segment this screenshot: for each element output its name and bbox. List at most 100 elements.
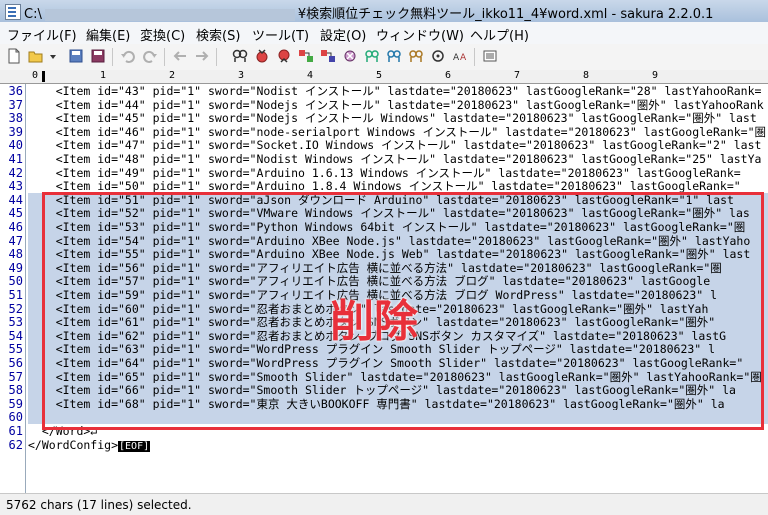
line-number: 62 [8, 437, 23, 452]
grep-icon[interactable] [386, 48, 402, 64]
bookmark-icon[interactable] [364, 48, 380, 64]
code-line[interactable]: </WordConfig>[EOF] [28, 438, 151, 452]
window-title: C:\ ¥検索順位チェック無料ツール_ikko11_4¥word.xml - sa… [24, 3, 768, 22]
toolbar-separator [164, 48, 165, 66]
svg-text:A: A [460, 53, 467, 63]
code-line-text: <Item id="43" pid="1" sword="Nodist インスト… [28, 84, 762, 98]
code-line-selected[interactable]: <Item id="51" pid="1" sword="aJson ダウンロー… [28, 192, 768, 207]
window-title-suffix: ¥検索順位チェック無料ツール_ikko11_4¥word.xml - sakur… [297, 7, 714, 22]
outline-icon[interactable] [430, 48, 446, 64]
code-line-selected[interactable]: <Item id="64" pid="1" sword="WordPress プ… [28, 356, 768, 370]
app-icon [5, 4, 21, 20]
code-line[interactable]: <Item id="45" pid="1" sword="Nodejs インスト… [28, 111, 757, 125]
save-all-icon[interactable] [90, 48, 106, 64]
line-number: 52 [8, 301, 23, 316]
settings-icon[interactable] [482, 48, 498, 64]
line-number: 44 [8, 192, 23, 207]
mark-clear-icon[interactable] [342, 48, 358, 64]
line-number: 50 [8, 274, 23, 289]
code-line-selected[interactable]: <Item id="65" pid="1" sword="Smooth Slid… [28, 369, 768, 384]
code-line-selected[interactable]: <Item id="53" pid="1" sword="Python Wind… [28, 220, 768, 234]
ruler-tick: 0 [32, 70, 39, 81]
line-number: 41 [8, 152, 23, 166]
code-line-selected[interactable]: <Item id="66" pid="1" sword="Smooth Slid… [28, 383, 768, 398]
line-number: 58 [8, 383, 23, 398]
code-line-selected[interactable]: <Item id="55" pid="1" sword="Arduino XBe… [28, 247, 768, 262]
ruler-tick: 3 [238, 70, 245, 81]
undo-icon[interactable] [120, 48, 136, 64]
ruler-tick: 8 [583, 70, 590, 81]
code-line-selected[interactable]: <Item id="68" pid="1" sword="東京 大きいBOOKO… [28, 396, 768, 411]
save-icon[interactable] [68, 48, 84, 64]
jump-back-icon[interactable] [172, 48, 188, 64]
code-line-text: <Item id="61" pid="1" sword="忍者おまとめボタン S… [28, 315, 716, 330]
toolbar-separator [216, 48, 217, 66]
ruler-tick: 2 [169, 70, 176, 81]
menu-edit[interactable]: 編集(E) [86, 25, 130, 44]
ruler-cursor [42, 71, 45, 82]
code-line[interactable]: <Item id="43" pid="1" sword="Nodist インスト… [28, 84, 762, 98]
text-content[interactable]: <Item id="43" pid="1" sword="Nodist インスト… [28, 84, 768, 493]
code-line[interactable]: </Word>↵ [28, 424, 97, 438]
ruler-tick: 7 [514, 70, 521, 81]
code-line[interactable]: <Item id="50" pid="1" sword="Arduino 1.8… [28, 179, 741, 193]
editor-area[interactable]: 0 1 2 3 4 5 6 7 8 9 36 37 38 39 40 41 42 43 44 45… [0, 70, 768, 493]
code-line-selected[interactable]: <Item id="60" pid="1" sword="忍者おまとめボタン" … [28, 301, 768, 316]
line-number: 61 [8, 424, 23, 438]
line-number: 45 [8, 206, 23, 221]
search-icon[interactable] [232, 48, 248, 64]
code-line-selected[interactable] [28, 410, 768, 425]
code-line[interactable]: <Item id="49" pid="1" sword="Arduino 1.6… [28, 166, 741, 180]
redacted-path [44, 8, 295, 21]
replace-icon[interactable] [298, 48, 314, 64]
code-line-text: <Item id="55" pid="1" sword="Arduino XBe… [28, 247, 751, 262]
ruler-tick: 9 [652, 70, 659, 81]
ruler-tick: 6 [445, 70, 452, 81]
search-next-icon[interactable] [276, 48, 292, 64]
code-line-selected[interactable]: <Item id="52" pid="1" sword="VMware Wind… [28, 206, 768, 221]
line-number: 38 [8, 111, 23, 126]
line-number-gutter[interactable]: 36 37 38 39 40 41 42 43 44 45 46 47 48 49 50 51 52 53 54 55… [0, 84, 26, 493]
code-line[interactable]: <Item id="46" pid="1" sword="node-serial… [28, 125, 766, 139]
redo-icon[interactable] [142, 48, 158, 64]
new-file-icon[interactable] [6, 48, 22, 64]
open-folder-icon[interactable] [28, 48, 44, 64]
grep-replace-icon[interactable] [408, 48, 424, 64]
code-line-selected[interactable]: <Item id="59" pid="1" sword="アフィリエイト広告 横… [28, 288, 768, 302]
toolbar-separator [112, 48, 113, 66]
font-icon[interactable]: AA [452, 48, 468, 64]
line-number: 49 [8, 260, 23, 275]
menu-help[interactable]: ヘルプ(H) [470, 25, 529, 44]
menu-file[interactable]: ファイル(F) [7, 25, 77, 44]
toolbar-separator [474, 48, 475, 66]
menu-convert[interactable]: 変換(C) [140, 25, 185, 44]
code-line[interactable]: <Item id="48" pid="1" sword="Nodist Wind… [28, 152, 762, 166]
code-line-text: <Item id="59" pid="1" sword="アフィリエイト広告 横… [28, 288, 718, 302]
code-line-text: <Item id="49" pid="1" sword="Arduino 1.6… [28, 165, 741, 180]
dropdown-arrow-icon[interactable] [48, 48, 58, 64]
column-ruler: 0 1 2 3 4 5 6 7 8 9 [30, 70, 768, 84]
code-line[interactable]: <Item id="47" pid="1" sword="Socket.IO W… [28, 138, 762, 152]
menu-tools[interactable]: ツール(T) [252, 25, 309, 44]
code-line-text: <Item id="51" pid="1" sword="aJson ダウンロー… [28, 192, 734, 207]
code-line-selected[interactable]: <Item id="61" pid="1" sword="忍者おまとめボタン S… [28, 315, 768, 330]
line-number: 55 [8, 342, 23, 357]
replace-all-icon[interactable] [320, 48, 336, 64]
line-number: 60 [8, 410, 23, 425]
jump-forward-icon[interactable] [194, 48, 210, 64]
code-line-selected[interactable]: <Item id="54" pid="1" sword="Arduino XBe… [28, 233, 768, 248]
line-number: 40 [8, 138, 23, 153]
line-number: 53 [8, 315, 23, 330]
code-line-selected[interactable]: <Item id="63" pid="1" sword="WordPress プ… [28, 342, 768, 357]
code-line-text: </Word>↵ [28, 424, 98, 438]
menu-settings[interactable]: 設定(O) [320, 25, 366, 44]
code-line-selected[interactable]: <Item id="62" pid="1" sword="忍者おまとめボタン ブ… [28, 328, 768, 343]
search-previous-icon[interactable] [254, 48, 270, 64]
menu-window[interactable]: ウィンドウ(W) [376, 25, 464, 44]
ruler-corner [0, 70, 31, 84]
menu-search[interactable]: 検索(S) [196, 25, 240, 44]
code-line[interactable]: <Item id="44" pid="1" sword="Nodejs インスト… [28, 98, 764, 112]
code-line-selected[interactable]: <Item id="57" pid="1" sword="アフィリエイト広告 横… [28, 274, 768, 289]
code-line-selected[interactable]: <Item id="56" pid="1" sword="アフィリエイト広告 横… [28, 260, 768, 275]
line-number: 42 [8, 165, 23, 180]
